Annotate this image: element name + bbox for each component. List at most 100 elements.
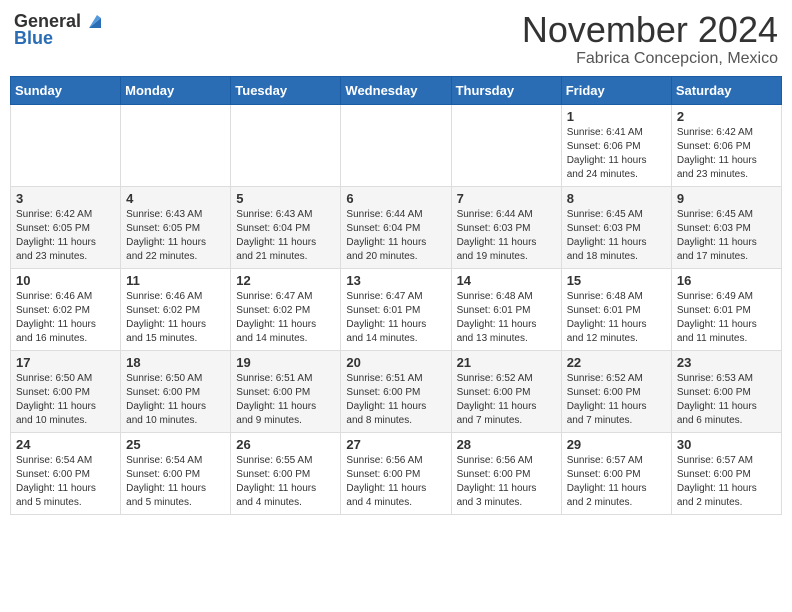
day-info: Sunrise: 6:51 AMSunset: 6:00 PMDaylight:… bbox=[236, 372, 335, 428]
calendar-cell: 30 Sunrise: 6:57 AMSunset: 6:00 PMDayligh… bbox=[671, 432, 781, 514]
calendar-cell: 6 Sunrise: 6:44 AMSunset: 6:04 PMDaylight… bbox=[341, 186, 451, 268]
location-title: Fabrica Concepcion, Mexico bbox=[522, 50, 778, 68]
weekday-header-thursday: Thursday bbox=[451, 76, 561, 104]
day-number: 25 bbox=[126, 437, 225, 452]
calendar-cell: 22Sunrise: 6:52 AMSunset: 6:00 PMDayligh… bbox=[561, 350, 671, 432]
day-number: 16 bbox=[677, 273, 776, 288]
day-info: Sunrise: 6:51 AMSunset: 6:00 PMDaylight:… bbox=[346, 372, 445, 428]
day-number: 9 bbox=[677, 191, 776, 206]
calendar-cell: 20 Sunrise: 6:51 AMSunset: 6:00 PMDayligh… bbox=[341, 350, 451, 432]
day-number: 21 bbox=[457, 355, 556, 370]
day-info: Sunrise: 6:53 AMSunset: 6:00 PMDaylight:… bbox=[677, 372, 776, 428]
calendar-cell bbox=[11, 104, 121, 186]
logo-icon bbox=[83, 10, 105, 32]
calendar-cell: 25 Sunrise: 6:54 AMSunset: 6:00 PMDayligh… bbox=[121, 432, 231, 514]
day-info: Sunrise: 6:44 AMSunset: 6:04 PMDaylight:… bbox=[346, 208, 445, 264]
day-number: 19 bbox=[236, 355, 335, 370]
day-number: 7 bbox=[457, 191, 556, 206]
day-info: Sunrise: 6:50 AMSunset: 6:00 PMDaylight:… bbox=[16, 372, 115, 428]
day-info: Sunrise: 6:47 AMSunset: 6:02 PMDaylight:… bbox=[236, 290, 335, 346]
calendar-cell: 14Sunrise: 6:48 AMSunset: 6:01 PMDayligh… bbox=[451, 268, 561, 350]
logo: General Blue bbox=[14, 10, 105, 49]
day-number: 29 bbox=[567, 437, 666, 452]
day-info: Sunrise: 6:48 AMSunset: 6:01 PMDaylight:… bbox=[457, 290, 556, 346]
calendar-cell: 3 Sunrise: 6:42 AMSunset: 6:05 PMDaylight… bbox=[11, 186, 121, 268]
day-number: 12 bbox=[236, 273, 335, 288]
calendar-cell: 26Sunrise: 6:55 AMSunset: 6:00 PMDayligh… bbox=[231, 432, 341, 514]
calendar-cell: 8 Sunrise: 6:45 AMSunset: 6:03 PMDaylight… bbox=[561, 186, 671, 268]
calendar-cell: 24 Sunrise: 6:54 AMSunset: 6:00 PMDayligh… bbox=[11, 432, 121, 514]
day-info: Sunrise: 6:46 AMSunset: 6:02 PMDaylight:… bbox=[16, 290, 115, 346]
calendar-table: SundayMondayTuesdayWednesdayThursdayFrid… bbox=[10, 76, 782, 515]
day-number: 15 bbox=[567, 273, 666, 288]
calendar-cell bbox=[231, 104, 341, 186]
weekday-header-saturday: Saturday bbox=[671, 76, 781, 104]
calendar-week-row: 3 Sunrise: 6:42 AMSunset: 6:05 PMDaylight… bbox=[11, 186, 782, 268]
calendar-week-row: 1 Sunrise: 6:41 AMSunset: 6:06 PMDaylight… bbox=[11, 104, 782, 186]
day-number: 1 bbox=[567, 109, 666, 124]
calendar-cell: 15 Sunrise: 6:48 AMSunset: 6:01 PMDayligh… bbox=[561, 268, 671, 350]
calendar-cell: 18 Sunrise: 6:50 AMSunset: 6:00 PMDayligh… bbox=[121, 350, 231, 432]
calendar-cell: 16 Sunrise: 6:49 AMSunset: 6:01 PMDayligh… bbox=[671, 268, 781, 350]
day-info: Sunrise: 6:56 AMSunset: 6:00 PMDaylight:… bbox=[457, 454, 556, 510]
day-number: 8 bbox=[567, 191, 666, 206]
day-number: 11 bbox=[126, 273, 225, 288]
day-number: 6 bbox=[346, 191, 445, 206]
calendar-cell: 19 Sunrise: 6:51 AMSunset: 6:00 PMDayligh… bbox=[231, 350, 341, 432]
day-info: Sunrise: 6:42 AMSunset: 6:05 PMDaylight:… bbox=[16, 208, 115, 264]
calendar-cell bbox=[121, 104, 231, 186]
day-info: Sunrise: 6:47 AMSunset: 6:01 PMDaylight:… bbox=[346, 290, 445, 346]
calendar-week-row: 10 Sunrise: 6:46 AMSunset: 6:02 PMDayligh… bbox=[11, 268, 782, 350]
day-info: Sunrise: 6:45 AMSunset: 6:03 PMDaylight:… bbox=[677, 208, 776, 264]
day-info: Sunrise: 6:57 AMSunset: 6:00 PMDaylight:… bbox=[567, 454, 666, 510]
calendar-cell: 23 Sunrise: 6:53 AMSunset: 6:00 PMDayligh… bbox=[671, 350, 781, 432]
day-number: 27 bbox=[346, 437, 445, 452]
day-info: Sunrise: 6:41 AMSunset: 6:06 PMDaylight:… bbox=[567, 126, 666, 182]
calendar-cell: 12 Sunrise: 6:47 AMSunset: 6:02 PMDayligh… bbox=[231, 268, 341, 350]
day-info: Sunrise: 6:49 AMSunset: 6:01 PMDaylight:… bbox=[677, 290, 776, 346]
day-number: 13 bbox=[346, 273, 445, 288]
day-info: Sunrise: 6:46 AMSunset: 6:02 PMDaylight:… bbox=[126, 290, 225, 346]
day-info: Sunrise: 6:48 AMSunset: 6:01 PMDaylight:… bbox=[567, 290, 666, 346]
day-info: Sunrise: 6:54 AMSunset: 6:00 PMDaylight:… bbox=[16, 454, 115, 510]
day-number: 26 bbox=[236, 437, 335, 452]
calendar-week-row: 17 Sunrise: 6:50 AMSunset: 6:00 PMDayligh… bbox=[11, 350, 782, 432]
logo-blue: Blue bbox=[14, 28, 53, 49]
day-info: Sunrise: 6:56 AMSunset: 6:00 PMDaylight:… bbox=[346, 454, 445, 510]
page-header: General Blue November 2024 Fabrica Conce… bbox=[10, 10, 782, 68]
calendar-cell bbox=[341, 104, 451, 186]
weekday-header-tuesday: Tuesday bbox=[231, 76, 341, 104]
day-info: Sunrise: 6:43 AMSunset: 6:05 PMDaylight:… bbox=[126, 208, 225, 264]
calendar-cell: 7Sunrise: 6:44 AMSunset: 6:03 PMDaylight… bbox=[451, 186, 561, 268]
calendar-cell: 28 Sunrise: 6:56 AMSunset: 6:00 PMDayligh… bbox=[451, 432, 561, 514]
day-info: Sunrise: 6:54 AMSunset: 6:00 PMDaylight:… bbox=[126, 454, 225, 510]
calendar-cell: 5 Sunrise: 6:43 AMSunset: 6:04 PMDaylight… bbox=[231, 186, 341, 268]
day-number: 10 bbox=[16, 273, 115, 288]
day-number: 23 bbox=[677, 355, 776, 370]
day-number: 18 bbox=[126, 355, 225, 370]
calendar-cell: 2Sunrise: 6:42 AMSunset: 6:06 PMDaylight… bbox=[671, 104, 781, 186]
calendar-cell bbox=[451, 104, 561, 186]
day-info: Sunrise: 6:43 AMSunset: 6:04 PMDaylight:… bbox=[236, 208, 335, 264]
calendar-cell: 9 Sunrise: 6:45 AMSunset: 6:03 PMDaylight… bbox=[671, 186, 781, 268]
day-number: 30 bbox=[677, 437, 776, 452]
calendar-cell: 17 Sunrise: 6:50 AMSunset: 6:00 PMDayligh… bbox=[11, 350, 121, 432]
day-info: Sunrise: 6:57 AMSunset: 6:00 PMDaylight:… bbox=[677, 454, 776, 510]
day-number: 17 bbox=[16, 355, 115, 370]
calendar-cell: 29 Sunrise: 6:57 AMSunset: 6:00 PMDayligh… bbox=[561, 432, 671, 514]
weekday-header-sunday: Sunday bbox=[11, 76, 121, 104]
day-number: 5 bbox=[236, 191, 335, 206]
calendar-cell: 1 Sunrise: 6:41 AMSunset: 6:06 PMDaylight… bbox=[561, 104, 671, 186]
weekday-header-friday: Friday bbox=[561, 76, 671, 104]
weekday-header-row: SundayMondayTuesdayWednesdayThursdayFrid… bbox=[11, 76, 782, 104]
day-number: 28 bbox=[457, 437, 556, 452]
day-number: 2 bbox=[677, 109, 776, 124]
day-number: 24 bbox=[16, 437, 115, 452]
day-info: Sunrise: 6:50 AMSunset: 6:00 PMDaylight:… bbox=[126, 372, 225, 428]
weekday-header-monday: Monday bbox=[121, 76, 231, 104]
day-number: 20 bbox=[346, 355, 445, 370]
day-number: 3 bbox=[16, 191, 115, 206]
day-info: Sunrise: 6:52 AMSunset: 6:00 PMDaylight:… bbox=[567, 372, 666, 428]
calendar-cell: 4Sunrise: 6:43 AMSunset: 6:05 PMDaylight… bbox=[121, 186, 231, 268]
day-info: Sunrise: 6:45 AMSunset: 6:03 PMDaylight:… bbox=[567, 208, 666, 264]
